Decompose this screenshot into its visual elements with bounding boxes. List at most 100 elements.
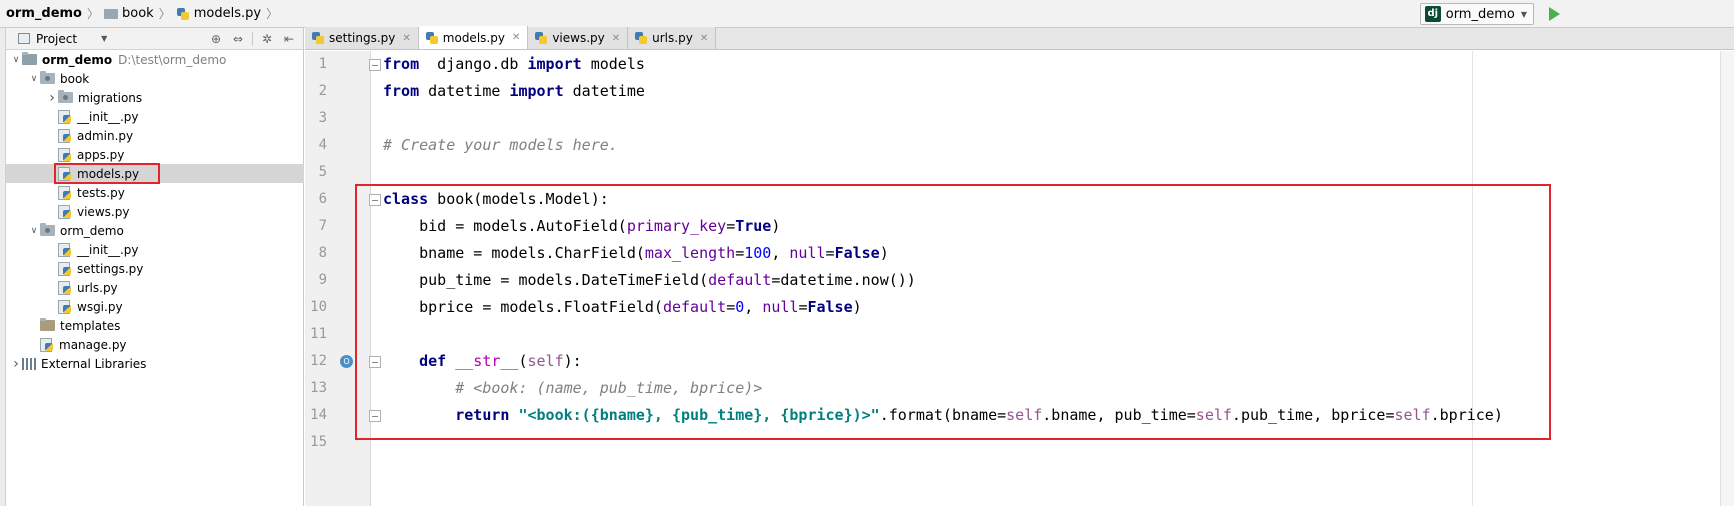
- gear-icon[interactable]: ✲: [259, 31, 275, 47]
- line-number: 5: [318, 164, 327, 180]
- project-tree: ∨ orm_demo D:\test\orm_demo ∨ book › migration…: [6, 50, 304, 373]
- project-folder-icon: [22, 52, 37, 65]
- editor-tab[interactable]: urls.py ✕: [628, 27, 717, 49]
- run-configuration-label: orm_demo: [1445, 6, 1515, 22]
- breadcrumb: orm_demo 〉 book 〉 models.py 〉: [0, 0, 283, 28]
- run-icon[interactable]: [1544, 4, 1564, 24]
- editor-tab-label: settings.py: [329, 31, 396, 45]
- python-file-icon: [534, 31, 548, 45]
- chevron-down-icon[interactable]: ▼: [101, 34, 107, 43]
- tree-item[interactable]: views.py: [6, 202, 304, 221]
- editor-tab-label: urls.py: [652, 31, 693, 45]
- tree-item-label: settings.py: [77, 261, 144, 276]
- line-number: 4: [318, 137, 327, 153]
- tree-item[interactable]: tests.py: [6, 183, 304, 202]
- code-token: models: [581, 55, 645, 73]
- line-number: 10: [310, 299, 327, 315]
- python-file-icon: [58, 242, 72, 257]
- tree-item-label: migrations: [78, 90, 143, 105]
- expanded-arrow-icon[interactable]: ∨: [10, 55, 22, 65]
- tree-item-label: tests.py: [77, 185, 125, 200]
- tree-item[interactable]: settings.py: [6, 259, 304, 278]
- tree-item-label: External Libraries: [41, 356, 147, 371]
- python-file-icon: [58, 147, 72, 162]
- python-file-icon: [58, 280, 72, 295]
- tree-item-label: urls.py: [77, 280, 118, 295]
- python-file-icon: [58, 204, 72, 219]
- line-number: 1: [318, 56, 327, 72]
- editor-scrollbar[interactable]: [1720, 51, 1734, 506]
- tree-item[interactable]: urls.py: [6, 278, 304, 297]
- tree-item-label: manage.py: [59, 337, 127, 352]
- breadcrumb-folder[interactable]: book: [122, 6, 154, 21]
- tree-item-label: templates: [60, 318, 121, 333]
- editor-tab[interactable]: views.py ✕: [528, 27, 629, 49]
- expanded-arrow-icon[interactable]: ∨: [28, 74, 40, 84]
- tree-item[interactable]: › migrations: [6, 88, 304, 107]
- package-folder-icon: [40, 223, 55, 236]
- tree-item-label: book: [60, 71, 90, 86]
- code-line: from django.db import models: [383, 51, 1503, 78]
- tree-item-label: admin.py: [77, 128, 134, 143]
- tree-item[interactable]: ∨ orm_demo: [6, 221, 304, 240]
- close-icon[interactable]: ✕: [700, 33, 708, 44]
- line-number: 14: [310, 407, 327, 423]
- python-file-icon: [634, 31, 648, 45]
- templates-folder-icon: [40, 318, 55, 331]
- tree-item[interactable]: templates: [6, 316, 304, 335]
- tree-item[interactable]: __init__.py: [6, 107, 304, 126]
- python-file-icon: [58, 261, 72, 276]
- code-highlight-box: [355, 184, 1551, 440]
- project-panel: Project ▼ ⊕ ⇔ ✲ ⇤ ∨ orm_demo D:\test\orm_d…: [6, 28, 304, 506]
- tree-item[interactable]: ∨ book: [6, 69, 304, 88]
- breadcrumb-file[interactable]: models.py: [194, 6, 261, 21]
- close-icon[interactable]: ✕: [612, 33, 620, 44]
- editor-tab-label: models.py: [442, 30, 505, 45]
- python-file-icon: [176, 7, 190, 21]
- line-number: 11: [310, 326, 327, 342]
- code-line: from datetime import datetime: [383, 78, 1503, 105]
- fold-marker-icon[interactable]: [369, 59, 381, 71]
- close-icon[interactable]: ✕: [402, 33, 410, 44]
- tree-item[interactable]: manage.py: [6, 335, 304, 354]
- tree-item-label: views.py: [77, 204, 130, 219]
- tree-item[interactable]: admin.py: [6, 126, 304, 145]
- code-line: # Create your models here.: [383, 132, 1503, 159]
- override-method-icon[interactable]: O: [340, 355, 353, 368]
- tree-item-label: __init__.py: [77, 242, 139, 257]
- run-configuration-select[interactable]: dj orm_demo ▼: [1419, 3, 1534, 25]
- hide-panel-icon[interactable]: ⇤: [281, 31, 297, 47]
- breadcrumb-separator-icon: 〉: [87, 7, 100, 21]
- tree-item[interactable]: › External Libraries: [6, 354, 304, 373]
- tree-item-path: D:\test\orm_demo: [118, 52, 227, 67]
- collapse-all-icon[interactable]: ⇔: [230, 31, 246, 47]
- tree-item[interactable]: wsgi.py: [6, 297, 304, 316]
- line-number: 7: [318, 218, 327, 234]
- editor-tab-label: views.py: [552, 31, 605, 45]
- package-folder-icon: [58, 90, 73, 103]
- expanded-arrow-icon[interactable]: ∨: [28, 226, 40, 236]
- tree-item[interactable]: models.py: [6, 163, 304, 184]
- python-file-icon: [58, 185, 72, 200]
- tree-item-label: apps.py: [77, 147, 125, 162]
- project-panel-title[interactable]: Project: [36, 32, 77, 46]
- tree-item[interactable]: ∨ orm_demo D:\test\orm_demo: [6, 50, 304, 69]
- code-editor[interactable]: 1 2 3 4 5 6 7 8 9 10 11 12 O 13 14 15 from django.db im…: [305, 51, 1734, 506]
- tree-item[interactable]: __init__.py: [6, 240, 304, 259]
- tree-item-label: __init__.py: [77, 109, 139, 124]
- locate-icon[interactable]: ⊕: [208, 31, 224, 47]
- editor-tab[interactable]: models.py ✕: [418, 26, 529, 49]
- chevron-down-icon: ▼: [1520, 9, 1527, 19]
- collapsed-arrow-icon[interactable]: ›: [10, 356, 22, 372]
- tree-item[interactable]: apps.py: [6, 145, 304, 164]
- code-token: # Create your models here.: [383, 136, 618, 154]
- libraries-icon: [22, 357, 36, 370]
- python-file-icon: [58, 128, 72, 143]
- editor-tab[interactable]: settings.py ✕: [305, 27, 419, 49]
- close-icon[interactable]: ✕: [512, 32, 520, 43]
- file-highlight-box: [54, 163, 160, 184]
- breadcrumb-project[interactable]: orm_demo: [6, 6, 82, 21]
- collapsed-arrow-icon[interactable]: ›: [46, 90, 58, 106]
